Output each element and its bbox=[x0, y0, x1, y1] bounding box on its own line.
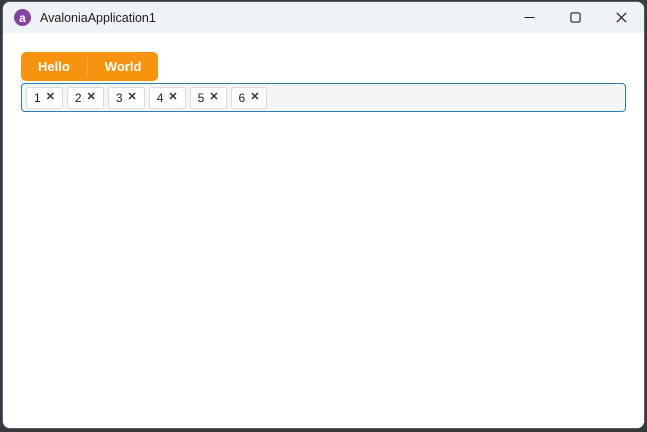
tab-strip: Hello World bbox=[21, 52, 159, 81]
chip[interactable]: 5 ✕ bbox=[189, 86, 227, 109]
maximize-icon bbox=[569, 12, 581, 23]
tag-input-container[interactable]: 1 ✕ 2 ✕ 3 ✕ 4 ✕ 5 ✕ 6 ✕ bbox=[21, 83, 626, 112]
chip-label: 3 bbox=[115, 90, 123, 105]
chip-label: 6 bbox=[238, 90, 246, 105]
app-window: a AvaloniaApplication1 Hello World 1 ✕ 2… bbox=[2, 1, 645, 429]
chip-label: 5 bbox=[197, 90, 205, 105]
minimize-icon bbox=[524, 12, 535, 23]
window-controls bbox=[506, 2, 644, 33]
tab-hello[interactable]: Hello bbox=[21, 52, 87, 81]
minimize-button[interactable] bbox=[506, 2, 552, 33]
close-icon bbox=[615, 12, 627, 23]
chip-remove-button[interactable]: ✕ bbox=[209, 92, 218, 103]
chip-remove-button[interactable]: ✕ bbox=[128, 92, 137, 103]
close-button[interactable] bbox=[598, 2, 644, 33]
chip[interactable]: 1 ✕ bbox=[26, 86, 63, 109]
chip-remove-button[interactable]: ✕ bbox=[250, 92, 259, 103]
chip[interactable]: 2 ✕ bbox=[66, 86, 104, 109]
titlebar[interactable]: a AvaloniaApplication1 bbox=[3, 2, 644, 33]
chip[interactable]: 6 ✕ bbox=[230, 86, 268, 109]
avalonia-logo-icon: a bbox=[14, 9, 31, 26]
chip-label: 4 bbox=[156, 90, 164, 105]
chip-label: 2 bbox=[74, 90, 82, 105]
chip-label: 1 bbox=[34, 90, 41, 105]
tab-world[interactable]: World bbox=[88, 52, 159, 81]
chip-remove-button[interactable]: ✕ bbox=[46, 92, 55, 103]
chip[interactable]: 4 ✕ bbox=[148, 86, 186, 109]
chip[interactable]: 3 ✕ bbox=[107, 86, 145, 109]
window-content: Hello World 1 ✕ 2 ✕ 3 ✕ 4 ✕ 5 ✕ 6 ✕ bbox=[3, 33, 644, 428]
desktop-background: a AvaloniaApplication1 Hello World 1 ✕ 2… bbox=[0, 0, 647, 432]
chip-remove-button[interactable]: ✕ bbox=[87, 92, 96, 103]
chip-remove-button[interactable]: ✕ bbox=[168, 92, 177, 103]
maximize-button[interactable] bbox=[552, 2, 598, 33]
window-title: AvaloniaApplication1 bbox=[40, 10, 156, 25]
